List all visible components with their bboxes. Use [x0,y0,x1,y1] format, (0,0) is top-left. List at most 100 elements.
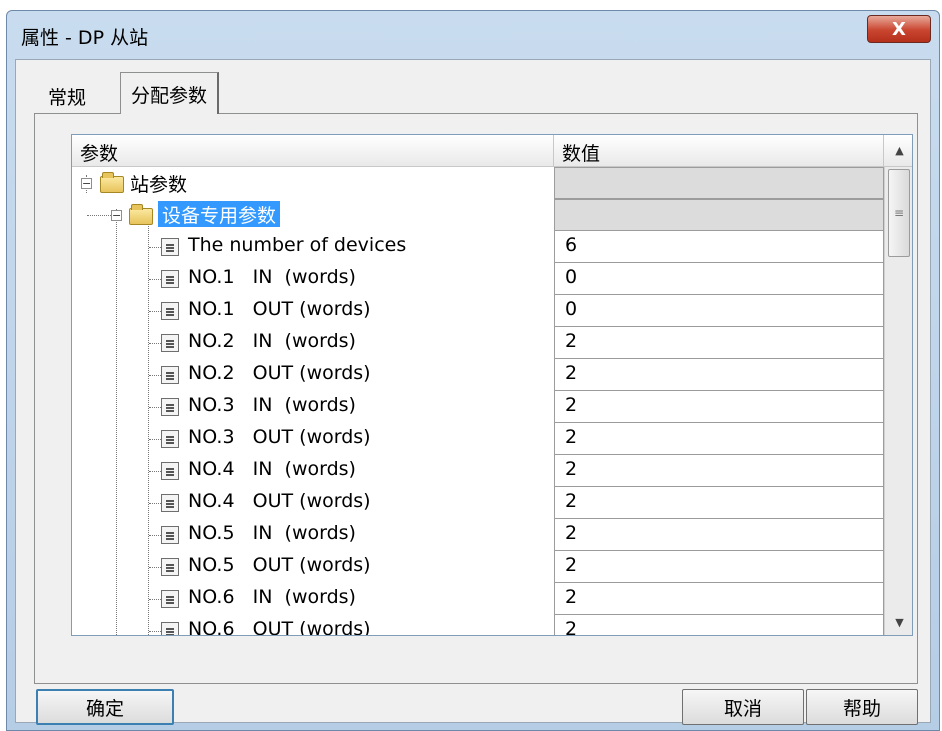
tree-node-label: 站参数 [130,174,188,196]
parameter-label: The number of devices [188,234,407,256]
parameter-value[interactable]: 2 [554,583,884,615]
grip-icon: ≡ [893,206,905,220]
parameter-label-cell: NO.2 IN (words) [72,327,554,359]
tree-line [149,567,161,568]
help-button[interactable]: 帮助 [806,689,918,725]
parameter-value[interactable]: 2 [554,615,884,635]
scroll-thumb[interactable]: ≡ [888,169,910,257]
tree-line [149,311,161,312]
parameter-value[interactable]: 2 [554,391,884,423]
parameter-label-cell: NO.5 IN (words) [72,519,554,551]
cancel-button[interactable]: 取消 [682,689,804,725]
scroll-down-icon[interactable]: ▼ [885,607,912,635]
parameter-row[interactable]: NO.1 IN (words) 0 [72,263,884,295]
parameter-label-cell: NO.4 IN (words) [72,455,554,487]
tree-line [149,407,161,408]
folder-open-icon [129,204,153,225]
window-title: 属性 - DP 从站 [21,27,149,49]
parameter-row[interactable]: NO.5 OUT (words) 2 [72,551,884,583]
dialog-client-area: 常规 分配参数 参数 数值 − 站参数 − 设备专用参数 The number … [15,59,931,725]
tree-line [149,279,161,280]
close-button[interactable]: X [867,15,931,43]
parameter-label-cell: NO.3 OUT (words) [72,423,554,455]
tree-node-label-selected: 设备专用参数 [158,201,281,227]
parameter-label: NO.6 OUT (words) [188,618,371,636]
parameter-row[interactable]: NO.5 IN (words) 2 [72,519,884,551]
title-bar[interactable]: 属性 - DP 从站 X [7,11,939,57]
parameter-row[interactable]: NO.3 OUT (words) 2 [72,423,884,455]
parameter-value[interactable]: 6 [554,231,884,263]
parameter-row[interactable]: NO.1 OUT (words) 0 [72,295,884,327]
tree-line [149,471,161,472]
parameter-label-cell: NO.6 OUT (words) [72,615,554,636]
parameter-label: NO.6 IN (words) [188,586,356,608]
properties-dialog: 属性 - DP 从站 X 常规 分配参数 参数 数值 − 站参数 − 设备专用参… [6,10,940,731]
tab-assign-parameters[interactable]: 分配参数 [120,72,220,114]
parameter-value[interactable]: 2 [554,359,884,391]
parameter-row[interactable]: NO.4 OUT (words) 2 [72,487,884,519]
parameter-label: NO.2 OUT (words) [188,362,371,384]
parameter-value[interactable]: 2 [554,327,884,359]
parameter-label: NO.4 IN (words) [188,458,356,480]
tree-line [149,375,161,376]
parameter-label: NO.3 IN (words) [188,394,356,416]
tab-panel: 参数 数值 − 站参数 − 设备专用参数 The number of devic… [34,113,918,684]
parameter-icon [161,398,179,416]
parameter-grid: 参数 数值 − 站参数 − 设备专用参数 The number of devic… [71,134,913,636]
parameter-icon [161,622,179,635]
tree-row-device-params[interactable]: − 设备专用参数 [72,199,884,231]
parameter-label-cell: NO.5 OUT (words) [72,551,554,583]
tree-row-station-params[interactable]: − 站参数 [72,167,884,199]
parameter-row[interactable]: NO.3 IN (words) 2 [72,391,884,423]
collapse-icon[interactable]: − [111,210,122,221]
parameter-icon [161,590,179,608]
parameter-icon [161,270,179,288]
tree-line [149,247,161,248]
parameter-label-cell: NO.3 IN (words) [72,391,554,423]
parameter-label: NO.1 OUT (words) [188,298,371,320]
parameter-value[interactable]: 2 [554,487,884,519]
tree-line [149,343,161,344]
value-cell-empty [554,199,884,231]
tree-line [149,535,161,536]
parameter-value[interactable]: 0 [554,263,884,295]
parameter-label-cell: NO.6 IN (words) [72,583,554,615]
parameter-label-cell: NO.2 OUT (words) [72,359,554,391]
parameter-value[interactable]: 2 [554,455,884,487]
value-cell-empty [554,167,884,199]
scroll-up-icon[interactable]: ▲ [885,135,912,165]
parameter-label: NO.3 OUT (words) [188,426,371,448]
tree-label-cell: − 设备专用参数 [72,199,554,231]
parameter-row[interactable]: NO.6 OUT (words) 2 [72,615,884,636]
parameter-label: NO.4 OUT (words) [188,490,371,512]
vertical-scrollbar[interactable]: ▲ ≡ ▼ [884,144,912,635]
parameter-icon [161,430,179,448]
parameter-row[interactable]: NO.6 IN (words) 2 [72,583,884,615]
parameter-icon [161,334,179,352]
tree-line [149,631,161,632]
parameter-icon [161,238,179,256]
collapse-icon[interactable]: − [81,178,92,189]
parameter-icon [161,366,179,384]
parameter-row[interactable]: The number of devices 6 [72,231,884,263]
parameter-value[interactable]: 0 [554,295,884,327]
column-header-value[interactable]: 数值 [554,135,884,167]
parameter-value[interactable]: 2 [554,519,884,551]
tab-general[interactable]: 常规 [38,77,96,113]
parameter-label: NO.5 OUT (words) [188,554,371,576]
close-icon: X [892,18,906,40]
parameter-row[interactable]: NO.2 IN (words) 2 [72,327,884,359]
parameter-value[interactable]: 2 [554,423,884,455]
parameter-label: NO.5 IN (words) [188,522,356,544]
parameter-value[interactable]: 2 [554,551,884,583]
parameter-icon [161,302,179,320]
column-header-parameter[interactable]: 参数 [72,135,554,167]
parameter-row[interactable]: NO.2 OUT (words) 2 [72,359,884,391]
parameter-label: NO.2 IN (words) [188,330,356,352]
parameter-row[interactable]: NO.4 IN (words) 2 [72,455,884,487]
ok-button[interactable]: 确定 [36,689,174,725]
tree-line [87,215,111,216]
folder-open-icon [100,172,124,193]
parameter-icon [161,558,179,576]
parameter-label-cell: NO.1 OUT (words) [72,295,554,327]
